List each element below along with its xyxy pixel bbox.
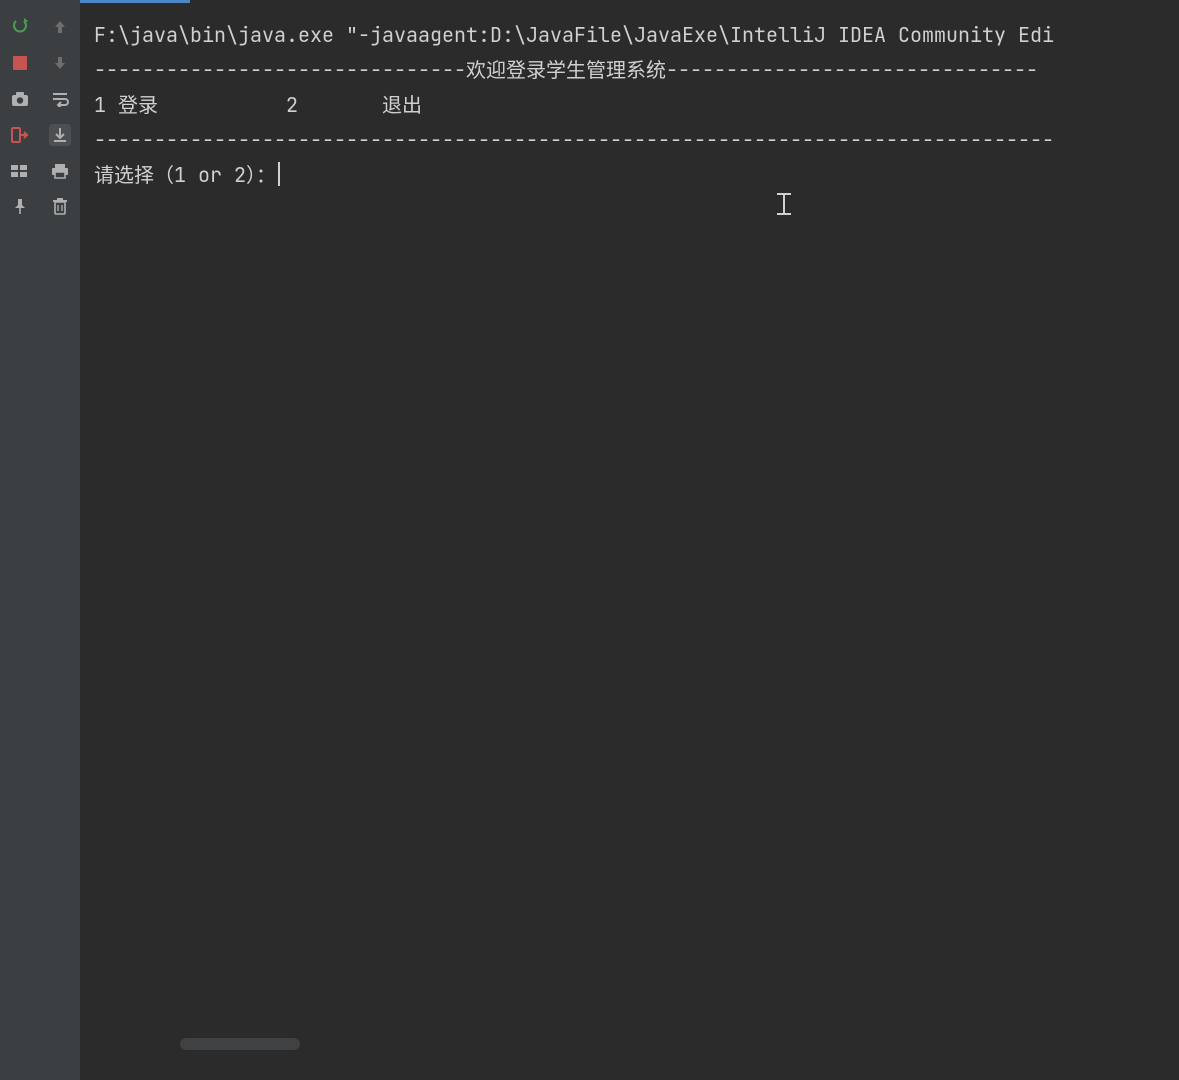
- exit-icon: [11, 126, 29, 144]
- command-line: F:\java\bin\java.exe "-javaagent:D:\Java…: [94, 22, 1054, 48]
- print-icon: [51, 163, 69, 179]
- arrow-down-icon: [53, 55, 67, 71]
- exit-button[interactable]: [9, 124, 31, 146]
- prompt-line: 请选择（1 or 2）：: [94, 162, 276, 188]
- pin-button[interactable]: [9, 196, 31, 218]
- console-text: F:\java\bin\java.exe "-javaagent:D:\Java…: [80, 0, 1179, 193]
- rerun-button[interactable]: [9, 16, 31, 38]
- menu-line: 1 登录 2 退出: [94, 92, 422, 118]
- camera-icon: [11, 91, 29, 107]
- pin-icon: [12, 198, 28, 216]
- divider-line: ----------------------------------------…: [94, 127, 1054, 153]
- arrow-up-icon: [53, 19, 67, 35]
- active-tab-indicator: [80, 0, 190, 3]
- horizontal-scrollbar[interactable]: [180, 1038, 300, 1050]
- ibeam-cursor-icon: [777, 193, 791, 215]
- clear-all-button[interactable]: [49, 196, 71, 218]
- stop-icon: [13, 56, 27, 70]
- rerun-icon: [11, 18, 29, 36]
- print-button[interactable]: [49, 160, 71, 182]
- layout-button[interactable]: [9, 160, 31, 182]
- stop-button[interactable]: [9, 52, 31, 74]
- text-cursor: [278, 162, 280, 186]
- soft-wrap-button[interactable]: [49, 88, 71, 110]
- console-output[interactable]: F:\java\bin\java.exe "-javaagent:D:\Java…: [80, 0, 1179, 1080]
- run-toolbar-secondary: [40, 0, 80, 1080]
- scroll-to-end-icon: [52, 126, 68, 144]
- trash-icon: [53, 198, 67, 216]
- run-tool-window: F:\java\bin\java.exe "-javaagent:D:\Java…: [0, 0, 1179, 1080]
- up-stack-button[interactable]: [49, 16, 71, 38]
- banner-line: -------------------------------欢迎登录学生管理系…: [94, 57, 1038, 83]
- layout-icon: [11, 163, 29, 179]
- soft-wrap-icon: [51, 91, 69, 107]
- dump-threads-button[interactable]: [9, 88, 31, 110]
- run-toolbar-primary: [0, 0, 40, 1080]
- down-stack-button[interactable]: [49, 52, 71, 74]
- scroll-to-end-button[interactable]: [49, 124, 71, 146]
